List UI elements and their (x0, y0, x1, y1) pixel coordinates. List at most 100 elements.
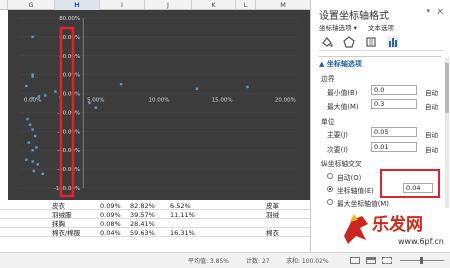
page-layout-view-icon[interactable] (366, 257, 376, 264)
y-tick-label: 60.00% (59, 35, 80, 41)
major-unit-input[interactable]: 0.05 (371, 127, 417, 137)
status-sum: 求和: 100.02% (286, 258, 329, 265)
min-bound-label: 最小值(B) (327, 89, 358, 97)
pane-scrollbar[interactable] (445, 58, 449, 208)
scatter-point[interactable] (33, 134, 37, 138)
y-tick-label: -100.00% (54, 186, 80, 192)
minor-unit-label: 次要(I) (327, 146, 348, 154)
max-bound-auto-button[interactable]: 自动 (425, 101, 438, 111)
row-header-strip (0, 10, 8, 200)
cell-k[interactable]: 16.31% (170, 229, 195, 237)
scatter-point[interactable] (25, 84, 28, 88)
minor-unit-auto-button[interactable]: 自动 (425, 144, 438, 154)
max-bound-input[interactable]: 0.3 (371, 99, 417, 109)
pane-scrollbar-thumb[interactable] (445, 63, 449, 113)
cell-k[interactable]: 11.11% (170, 211, 195, 219)
pane-close-button[interactable]: × (436, 7, 444, 17)
cell-i[interactable]: 0.09% (100, 202, 121, 210)
scatter-point[interactable] (31, 75, 34, 78)
scatter-point[interactable] (94, 106, 98, 109)
scatter-point[interactable] (27, 141, 31, 144)
scatter-point[interactable] (54, 90, 57, 93)
cell-m[interactable]: 棉衣 (266, 229, 279, 237)
cell-m[interactable]: 皮革 (266, 202, 279, 210)
fill-line-icon[interactable] (321, 36, 333, 48)
cell-j[interactable]: 28.41% (130, 220, 155, 228)
scatter-point[interactable] (31, 149, 34, 152)
min-bound-auto-button[interactable]: 自动 (425, 87, 438, 97)
scatter-point[interactable] (31, 128, 34, 131)
column-header-k[interactable]: K (192, 0, 236, 10)
column-header-h[interactable]: H (55, 0, 100, 10)
zoom-slider-thumb[interactable] (420, 257, 423, 264)
y-tick-label: 80.00% (59, 16, 80, 22)
cell-j[interactable]: 82.82% (130, 202, 155, 210)
scatter-point[interactable] (88, 101, 91, 105)
column-header-i[interactable]: I (100, 0, 145, 10)
cell-name[interactable]: 皮衣 (52, 202, 65, 210)
scatter-point[interactable] (44, 94, 47, 97)
pane-options-dropdown[interactable]: ▾ (426, 7, 430, 15)
column-header-g[interactable]: G (8, 0, 55, 10)
cell-name[interactable]: 抹胸 (52, 220, 65, 228)
axis-options-tab[interactable]: 坐标轴选项 ▾ (319, 22, 357, 32)
pane-title: 设置坐标轴格式 (319, 11, 389, 22)
scatter-point[interactable] (25, 158, 28, 161)
table-row[interactable]: 抹胸 0.08% 28.41% (0, 220, 310, 228)
size-properties-icon[interactable] (365, 36, 377, 48)
table-row[interactable]: 羽绒服 0.09% 39.57% 11.11% 羽绒 (0, 211, 310, 219)
axis-options-section-header[interactable]: ▲ 坐标轴选项 (319, 56, 441, 69)
normal-view-icon[interactable] (350, 257, 360, 264)
scatter-point[interactable] (31, 35, 34, 39)
text-options-tab[interactable]: 文本选项 (368, 22, 394, 32)
column-header-bar: G H I J K L M (0, 0, 310, 10)
table-row[interactable]: 皮衣 0.09% 82.82% 6.52% 皮革 (0, 202, 310, 210)
minor-unit-input[interactable]: 0.01 (371, 142, 417, 152)
cell-j[interactable]: 39.57% (130, 211, 155, 219)
crosses-axis-value-radio[interactable] (327, 186, 333, 192)
scatter-point[interactable] (36, 163, 39, 166)
x-tick-label: 15.00% (212, 98, 233, 104)
column-header-m[interactable]: M (256, 0, 310, 10)
crosses-axis-value-label: 坐标轴值(E) (337, 187, 374, 195)
scatter-point[interactable] (41, 172, 44, 176)
cell-i[interactable]: 0.09% (100, 211, 121, 219)
cell-m[interactable]: 羽绒 (266, 211, 279, 219)
page-break-view-icon[interactable] (382, 257, 392, 264)
crosses-auto-radio[interactable] (327, 173, 333, 179)
cell-i[interactable]: 0.04% (100, 229, 121, 237)
y-tick-label: 0.00% (63, 92, 80, 98)
chart-area[interactable] (8, 10, 310, 202)
scatter-point[interactable] (246, 85, 249, 89)
crosses-max-radio[interactable] (327, 199, 333, 205)
scatter-point[interactable] (37, 95, 41, 98)
watermark-logo: 乐发网 www.6pf.cn (344, 214, 444, 246)
scatter-point[interactable] (28, 123, 32, 126)
scatter-point[interactable] (35, 146, 38, 149)
cell-i[interactable]: 0.08% (100, 220, 121, 228)
scatter-point[interactable] (26, 117, 29, 121)
column-header-j[interactable]: J (145, 0, 192, 10)
scatter-point[interactable] (195, 87, 199, 91)
cell-name[interactable]: 棉衣/棉服 (52, 229, 80, 237)
major-unit-label: 主要(J) (327, 131, 348, 139)
table-row[interactable]: 棉衣/棉服 0.04% 59.63% 16.31% 棉衣 (0, 229, 310, 237)
scatter-point[interactable] (31, 97, 34, 100)
status-average: 平均值: 3.85% (188, 258, 229, 265)
scatter-point[interactable] (32, 169, 36, 173)
crosses-auto-label: 自动(O) (337, 174, 362, 182)
scatter-chart[interactable]: 80.00%60.00%40.00%20.00%0.00%-20.00%-40.… (8, 10, 310, 202)
y-tick-label: 20.00% (59, 73, 80, 79)
min-bound-input[interactable]: 0.0 (371, 85, 417, 95)
major-unit-auto-button[interactable]: 自动 (425, 129, 438, 139)
scatter-point[interactable] (31, 160, 34, 163)
cell-k[interactable]: 6.52% (170, 202, 191, 210)
axis-options-bar-icon[interactable] (387, 36, 399, 48)
highlight-box-crosses-value (380, 169, 440, 198)
cell-j[interactable]: 59.63% (130, 229, 155, 237)
column-header-l[interactable]: L (236, 0, 256, 10)
status-count: 计数: 27 (246, 258, 270, 265)
effects-icon[interactable] (343, 36, 355, 48)
scatter-point[interactable] (119, 82, 123, 86)
cell-name[interactable]: 羽绒服 (52, 211, 72, 219)
